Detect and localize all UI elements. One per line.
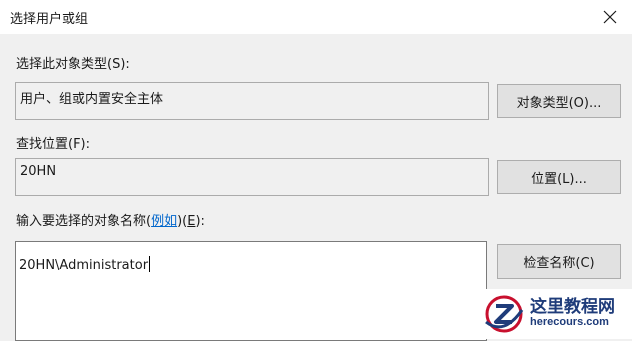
- location-label: 查找位置(F):: [16, 137, 91, 152]
- window-title: 选择用户或组: [10, 12, 89, 27]
- check-names-button-label: 检查名称(C): [523, 256, 595, 271]
- close-button[interactable]: [588, 0, 632, 34]
- text-caret: [149, 256, 151, 272]
- logo-icon: [485, 295, 524, 333]
- object-type-field: 用户、组或内置安全主体: [15, 82, 489, 120]
- examples-link[interactable]: 例如: [151, 214, 177, 229]
- object-names-label: 输入要选择的对象名称(例如)(E):: [16, 210, 205, 229]
- watermark: 这里教程网 herecours.com: [482, 289, 632, 339]
- object-type-value: 用户、组或内置安全主体: [20, 92, 164, 107]
- location-value: 20HN: [20, 164, 57, 179]
- location-field: 20HN: [15, 158, 489, 196]
- title-bar: 选择用户或组: [0, 0, 632, 34]
- watermark-name: 这里教程网: [530, 297, 615, 318]
- close-icon: [603, 10, 617, 24]
- locations-button-label: 位置(L)...: [531, 171, 587, 187]
- object-types-button[interactable]: 对象类型(O)...: [497, 84, 621, 118]
- object-names-label-prefix: 输入要选择的对象名称(: [16, 214, 152, 229]
- check-names-button[interactable]: 检查名称(C): [497, 244, 621, 279]
- object-names-label-suffix-close: ):: [195, 214, 205, 229]
- locations-button[interactable]: 位置(L)...: [497, 160, 621, 194]
- object-type-label: 选择此对象类型(S):: [16, 57, 130, 72]
- object-names-input[interactable]: 20HN\Administrator: [15, 241, 487, 341]
- watermark-url: herecours.com: [530, 316, 609, 329]
- object-names-value: 20HN\Administrator: [19, 258, 149, 273]
- object-types-button-label: 对象类型(O)...: [516, 95, 602, 111]
- object-names-label-suffix-open: )(: [177, 214, 188, 229]
